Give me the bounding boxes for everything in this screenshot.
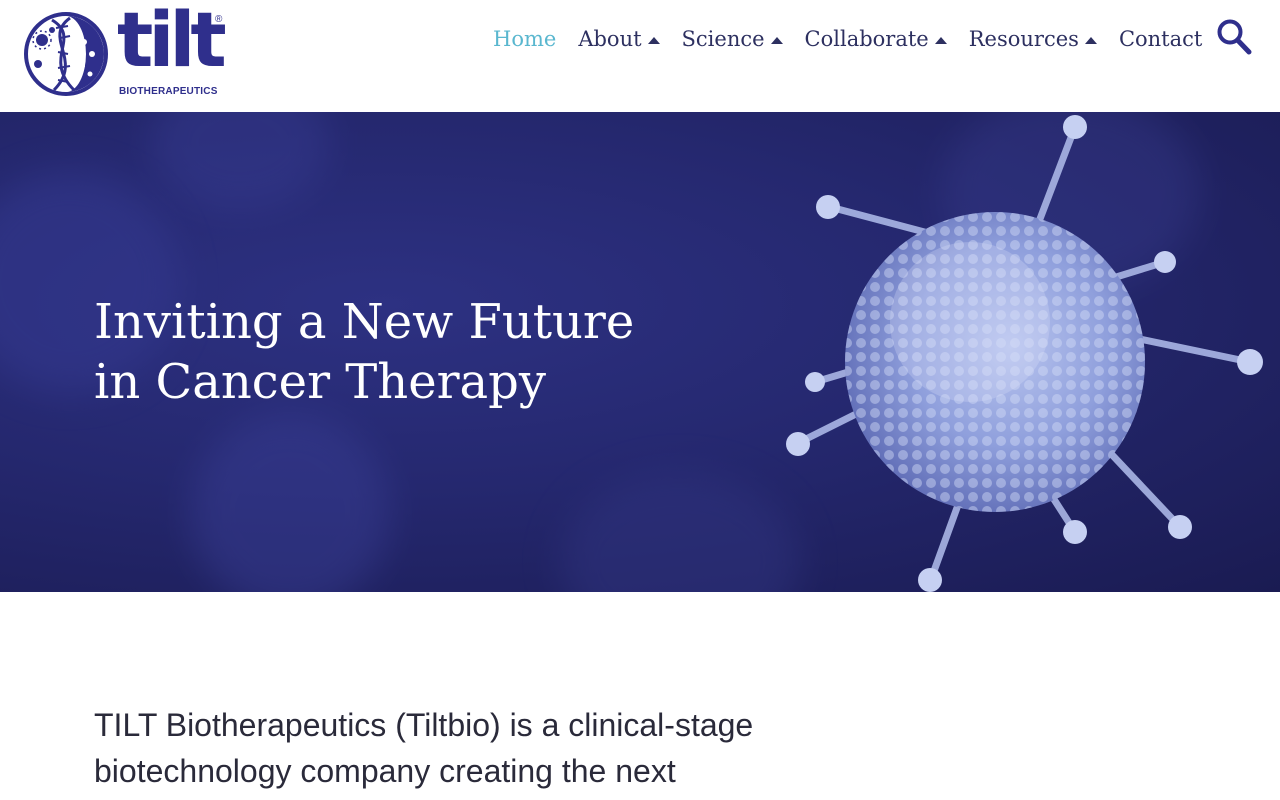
bokeh-circle: [190, 412, 390, 592]
nav-item-label: Collaborate: [804, 27, 929, 51]
nav-item-label: Contact: [1118, 27, 1203, 51]
registered-mark: ®: [215, 14, 223, 25]
nav-item-science[interactable]: Science: [682, 27, 783, 51]
nav-item-label: About: [578, 27, 642, 51]
brand-subtitle: BIOTHERAPEUTICS: [119, 86, 218, 97]
brand-logo[interactable]: tilt ® BIOTHERAPEUTICS: [22, 2, 232, 100]
search-icon[interactable]: [1216, 18, 1252, 56]
brand-wordmark: tilt: [117, 0, 227, 84]
hero-title: Inviting a New Future in Cancer Therapy: [94, 292, 694, 412]
nav-item-collaborate[interactable]: Collaborate: [805, 27, 947, 51]
caret-up-icon: [647, 36, 660, 44]
hero-title-line2: in Cancer Therapy: [94, 354, 547, 410]
nav-item-label: Home: [493, 27, 557, 51]
bokeh-circle: [150, 112, 330, 212]
site-header: tilt ® BIOTHERAPEUTICS Home About Scienc…: [0, 0, 1280, 112]
virus-illustration: [770, 112, 1280, 592]
main-nav: Home About Science Collaborate Resources…: [493, 24, 1224, 54]
nav-item-about[interactable]: About: [578, 27, 660, 51]
nav-item-resources[interactable]: Resources: [969, 27, 1097, 51]
caret-up-icon: [934, 36, 947, 44]
caret-up-icon: [770, 36, 783, 44]
nav-item-label: Resources: [968, 27, 1079, 51]
nav-item-home[interactable]: Home: [493, 27, 556, 51]
intro-paragraph: TILT Biotherapeutics (Tiltbio) is a clin…: [94, 707, 754, 789]
caret-up-icon: [1084, 36, 1097, 44]
bokeh-circle: [560, 472, 800, 592]
nav-item-label: Science: [681, 27, 765, 51]
nav-item-contact[interactable]: Contact: [1119, 27, 1202, 51]
hero-banner: Inviting a New Future in Cancer Therapy: [0, 112, 1280, 592]
hero-title-line1: Inviting a New Future: [94, 294, 635, 350]
